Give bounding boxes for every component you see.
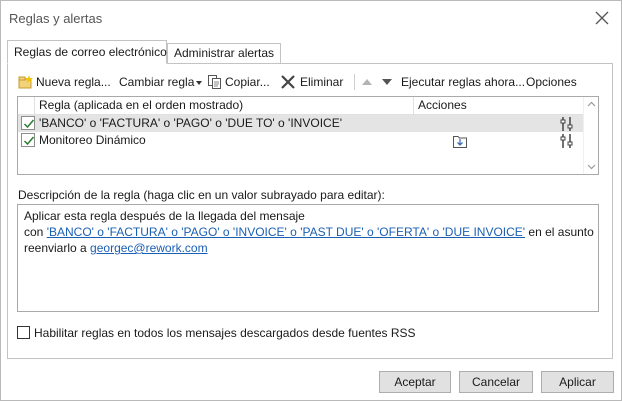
check-icon [23,119,35,129]
toolbar-separator [354,74,355,90]
rule-name: Monitoreo Dinámico [39,133,146,147]
delete-rule-button[interactable]: Eliminar [279,72,351,92]
dropdown-arrow-icon [196,81,202,85]
subject-keywords-link[interactable]: 'BANCO' o 'FACTURA' o 'PAGO' o 'INVOICE'… [47,225,525,239]
close-icon[interactable] [591,7,613,29]
options-button[interactable]: Opciones [526,72,586,92]
new-rule-icon [18,75,33,89]
move-down-button[interactable] [380,72,396,92]
description-line: con 'BANCO' o 'FACTURA' o 'PAGO' o 'INVO… [24,224,594,240]
rules-list-scrollbar[interactable] [583,97,598,174]
rule-description-label: Descripción de la regla (haga clic en un… [18,188,385,202]
new-rule-button[interactable]: Nueva regla... [18,72,118,92]
run-rules-now-button[interactable]: Ejecutar reglas ahora... [401,72,525,92]
description-text: reenviarlo a [24,241,91,255]
copy-label: Copiar... [225,75,270,89]
run-rules-now-label: Ejecutar reglas ahora... [401,75,526,89]
description-line: Aplicar esta regla después de la llegada… [24,209,305,223]
forward-address-link[interactable]: georgec@rework.com [90,241,208,255]
rules-list[interactable]: Regla (aplicada en el orden mostrado) Ac… [17,96,599,175]
rss-rules-checkbox[interactable] [17,326,30,339]
rule-enabled-checkbox[interactable] [21,133,35,147]
delete-label: Eliminar [300,75,344,89]
arrow-down-icon [382,79,392,85]
change-rule-button[interactable]: Cambiar regla [119,72,203,92]
rss-rules-label: Habilitar reglas en todos los mensajes d… [34,326,416,340]
check-icon [23,136,35,146]
tab-email-rules[interactable]: Reglas de correo electrónico [7,40,167,64]
email-rules-panel: Nueva regla... Cambiar regla Copiar... E… [7,63,613,359]
options-label: Opciones [526,75,577,89]
description-text: con [24,225,47,239]
rule-row[interactable]: 'BANCO' o 'FACTURA' o 'PAGO' o 'DUE TO' … [18,115,584,132]
rule-name: 'BANCO' o 'FACTURA' o 'PAGO' o 'DUE TO' … [39,116,342,130]
window-title: Reglas y alertas [9,11,103,26]
rule-row[interactable]: Monitoreo Dinámico [18,132,584,149]
cancel-button[interactable]: Cancelar [459,371,533,393]
copy-icon [208,75,221,89]
delete-icon [281,75,295,89]
title-bar: Reglas y alertas [1,1,621,35]
arrow-up-icon [362,79,372,85]
description-line: reenviarlo a georgec@rework.com [24,240,592,256]
scroll-up-icon[interactable] [587,101,596,107]
rules-and-alerts-dialog: Reglas y alertas Reglas de correo electr… [0,0,622,401]
rss-rules-option[interactable]: Habilitar reglas en todos los mensajes d… [17,325,437,341]
rules-list-header: Regla (aplicada en el orden mostrado) Ac… [18,97,584,115]
rule-settings-icon [560,133,574,152]
new-rule-label: Nueva regla... [36,75,111,89]
change-rule-label: Cambiar regla [119,75,195,89]
move-up-button[interactable] [360,72,376,92]
rule-enabled-checkbox[interactable] [21,116,35,130]
rules-toolbar: Nueva regla... Cambiar regla Copiar... E… [16,72,596,92]
copy-rule-button[interactable]: Copiar... [207,72,282,92]
ok-button[interactable]: Aceptar [379,371,451,393]
column-header-rule[interactable]: Regla (aplicada en el orden mostrado) [34,97,414,115]
tab-manage-alerts[interactable]: Administrar alertas [167,43,281,64]
scroll-down-icon[interactable] [587,164,596,170]
column-header-actions[interactable]: Acciones [414,97,584,115]
rule-description-box: Aplicar esta regla después de la llegada… [17,204,599,312]
apply-button[interactable]: Aplicar [541,371,614,393]
description-text: en el asunto [525,225,594,239]
move-to-folder-icon [452,133,468,152]
